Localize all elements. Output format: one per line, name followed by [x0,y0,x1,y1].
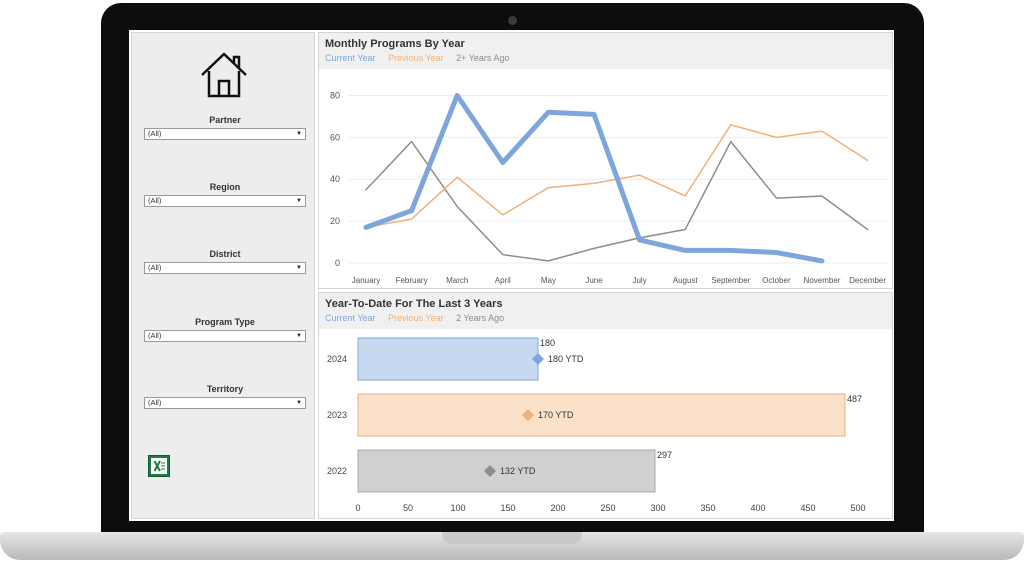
x-tick-label: 200 [550,503,565,513]
district-select[interactable]: (All) ▼ [144,262,306,274]
bar-total-label: 297 [657,450,672,460]
panel-header: Year-To-Date For The Last 3 Years Curren… [319,293,892,329]
dropdown-arrow-icon: ▼ [296,265,302,271]
chart-title: Monthly Programs By Year [325,38,465,50]
year-label: 2022 [327,466,347,476]
ytd-bar-chart: 2024 180 180 YTD 2023 487 170 YTD 2022 297 132 Y… [327,337,866,513]
select-value: (All) [148,129,162,138]
x-tick-label: January [352,276,380,285]
program-type-filter: Program Type (All) ▼ [144,317,306,342]
x-tick-label: 300 [650,503,665,513]
dropdown-arrow-icon: ▼ [296,198,302,204]
y-tick-label: 20 [330,216,340,226]
x-tick-label: July [632,276,646,285]
filter-label: Partner [209,115,241,125]
ytd-value-label: 180 YTD [548,354,584,364]
x-tick-label: 500 [850,503,865,513]
select-value: (All) [148,196,162,205]
program-type-select[interactable]: (All) ▼ [144,330,306,342]
dashboard-screen: Partner (All) ▼ Region (All) ▼ District (A… [129,30,894,521]
monthly-programs-panel: Monthly Programs By Year Current Year Pr… [318,32,893,289]
y-tick-label: 60 [330,132,340,142]
year-label: 2023 [327,410,347,420]
filter-label: District [209,249,241,259]
region-select[interactable]: (All) ▼ [144,195,306,207]
partner-select[interactable]: (All) ▼ [144,128,306,140]
district-filter: District (All) ▼ [144,249,306,274]
home-icon[interactable] [199,51,249,99]
select-value: (All) [148,398,162,407]
current-year-line [363,92,825,264]
filter-label: Territory [206,384,244,394]
ytd-panel: Year-To-Date For The Last 3 Years Curren… [318,292,893,519]
legend-current-year[interactable]: Current Year [325,313,376,323]
older-years-line [365,140,869,262]
x-tick-label: June [585,276,603,285]
x-tick-label: 50 [403,503,413,513]
select-value: (All) [148,331,162,340]
legend-previous-year[interactable]: Previous Year [388,313,444,323]
camera-icon [508,16,517,25]
x-tick-label: 0 [355,503,360,513]
dropdown-arrow-icon: ▼ [296,400,302,406]
x-tick-label: 400 [750,503,765,513]
x-tick-label: 350 [700,503,715,513]
year-label: 2024 [327,354,347,364]
bar-total-label: 180 [540,338,555,348]
x-tick-label: March [446,276,468,285]
laptop-notch [442,532,582,544]
x-tick-label: December [849,276,886,285]
laptop-frame: Partner (All) ▼ Region (All) ▼ District (A… [0,0,1024,568]
x-tick-label: April [495,276,511,285]
ytd-total-bar [357,337,539,381]
legend-older-years[interactable]: 2+ Years Ago [456,53,509,63]
legend-current-year[interactable]: Current Year [325,53,376,63]
territory-select[interactable]: (All) ▼ [144,397,306,409]
partner-filter: Partner (All) ▼ [144,115,306,140]
x-tick-label: September [711,276,750,285]
region-filter: Region (All) ▼ [144,182,306,207]
x-tick-label: May [541,276,556,285]
x-tick-label: October [762,276,791,285]
x-tick-label: August [673,276,699,285]
dropdown-arrow-icon: ▼ [296,333,302,339]
ytd-value-label: 170 YTD [538,410,574,420]
legend-previous-year[interactable]: Previous Year [388,53,444,63]
legend-two-years-ago[interactable]: 2 Years Ago [456,313,504,323]
chart-legend: Current Year Previous Year 2 Years Ago [325,313,886,323]
excel-icon[interactable] [148,455,170,477]
bar-total-label: 487 [847,394,862,404]
filter-label: Program Type [195,317,255,327]
ytd-value-label: 132 YTD [500,466,536,476]
dropdown-arrow-icon: ▼ [296,131,302,137]
x-tick-label: 450 [800,503,815,513]
monthly-line-chart: 0 20 40 60 80 January February March April May Jun… [330,90,889,285]
panel-header: Monthly Programs By Year Current Year Pr… [319,33,892,69]
filter-sidebar: Partner (All) ▼ Region (All) ▼ District (A… [131,32,315,519]
chart-legend: Current Year Previous Year 2+ Years Ago [325,53,886,63]
y-tick-label: 80 [330,90,340,100]
filter-label: Region [209,182,241,192]
y-tick-label: 0 [335,258,340,268]
territory-filter: Territory (All) ▼ [144,384,306,409]
x-tick-label: November [804,276,841,285]
x-tick-label: 150 [500,503,515,513]
y-tick-label: 40 [330,174,340,184]
ytd-total-bar [357,393,846,437]
x-tick-label: 100 [450,503,465,513]
chart-title: Year-To-Date For The Last 3 Years [325,298,503,310]
x-tick-label: 250 [600,503,615,513]
x-tick-label: February [396,276,428,285]
select-value: (All) [148,263,162,272]
